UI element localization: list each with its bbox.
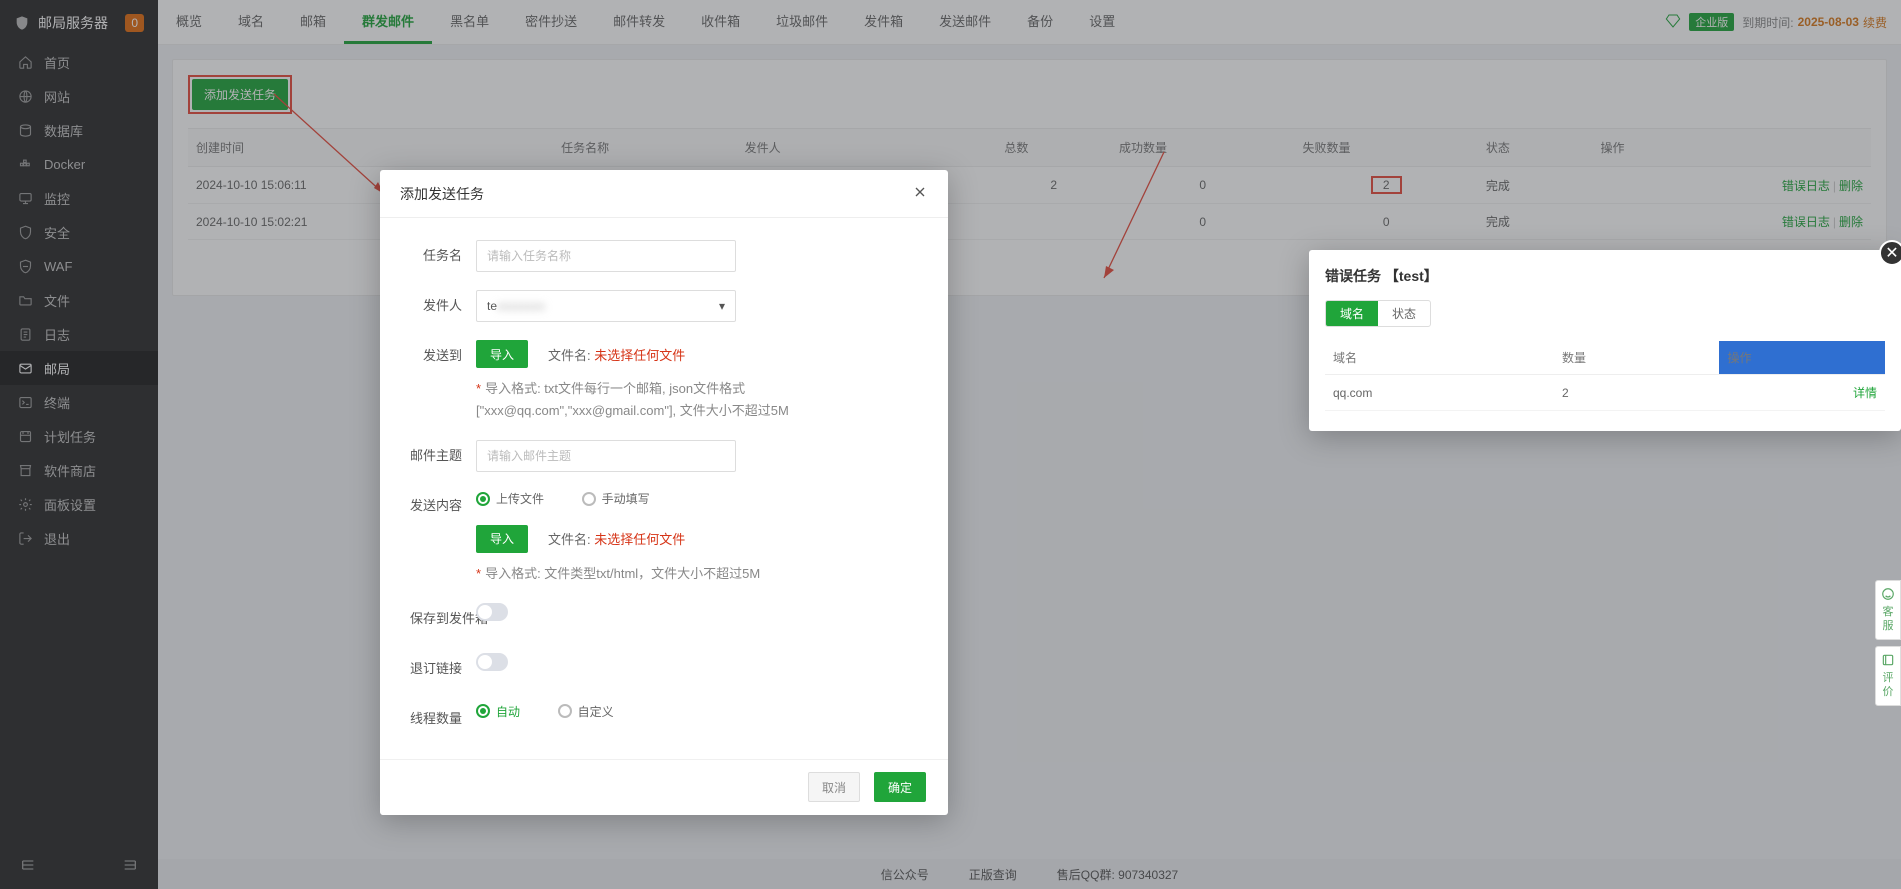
error-table: 域名 数量 操作 qq.com2详情 [1325,341,1885,411]
content-hint: *导入格式: 文件类型txt/html，文件大小不超过5M [476,563,918,585]
recipients-hint: *导入格式: txt文件每行一个邮箱, json文件格式["xxx@qq.com… [476,378,918,422]
radio-manual[interactable]: 手动填写 [582,490,650,507]
error-table-header: 域名 数量 操作 [1325,341,1885,375]
detail-link[interactable]: 详情 [1853,386,1877,400]
err-col-count: 数量 [1554,341,1720,375]
label-sender: 发件人 [410,290,476,322]
label-subject: 邮件主题 [410,440,476,472]
radio-auto[interactable]: 自动 [476,703,520,720]
radio-custom[interactable]: 自定义 [558,703,614,720]
modal-title: 添加发送任务 [400,184,484,204]
radio-upload-file[interactable]: 上传文件 [476,490,544,507]
save-sent-switch[interactable] [476,603,508,621]
close-icon[interactable] [912,184,928,203]
chevron-down-icon: ▾ [719,299,725,313]
confirm-button[interactable]: 确定 [874,772,926,802]
file-none-recipients: 未选择任何文件 [594,348,685,363]
error-task-panel: ✕ 错误任务 【test】 域名 状态 域名 数量 操作 qq.com2详情 [1309,250,1901,431]
add-task-modal: 添加发送任务 任务名 发件人 texxxxxxxx ▾ 发送到 导入 文 [380,170,948,815]
label-content: 发送内容 [410,490,476,522]
subject-input[interactable] [476,440,736,472]
side-widget: 客服 评价 [1875,580,1901,712]
error-table-row: qq.com2详情 [1325,375,1885,411]
close-icon[interactable]: ✕ [1879,240,1901,266]
error-panel-tabs: 域名 状态 [1325,300,1431,327]
modal-footer: 取消 确定 [380,759,948,815]
label-threads: 线程数量 [410,703,476,735]
cancel-button[interactable]: 取消 [808,772,860,802]
label-send-to: 发送到 [410,340,476,372]
error-panel-title: 错误任务 【test】 [1325,266,1885,286]
file-none-content: 未选择任何文件 [594,532,685,547]
label-unsub: 退订链接 [410,653,476,685]
task-name-input[interactable] [476,240,736,272]
feedback-button[interactable]: 评价 [1875,646,1901,706]
modal-body: 任务名 发件人 texxxxxxxx ▾ 发送到 导入 文件名: 未选择任何文件… [380,218,948,759]
err-col-ops: 操作 [1719,341,1885,375]
err-tab-domain[interactable]: 域名 [1326,301,1378,326]
err-tab-status[interactable]: 状态 [1378,301,1430,326]
import-content-button[interactable]: 导入 [476,525,528,553]
import-recipients-button[interactable]: 导入 [476,340,528,368]
err-col-domain: 域名 [1325,341,1554,375]
customer-service-button[interactable]: 客服 [1875,580,1901,640]
modal-header: 添加发送任务 [380,170,948,218]
unsubscribe-switch[interactable] [476,653,508,671]
label-task-name: 任务名 [410,240,476,272]
overlay-mask[interactable] [0,0,1901,889]
label-save-sent: 保存到发件箱 [410,603,476,635]
sender-select[interactable]: texxxxxxxx ▾ [476,290,736,322]
